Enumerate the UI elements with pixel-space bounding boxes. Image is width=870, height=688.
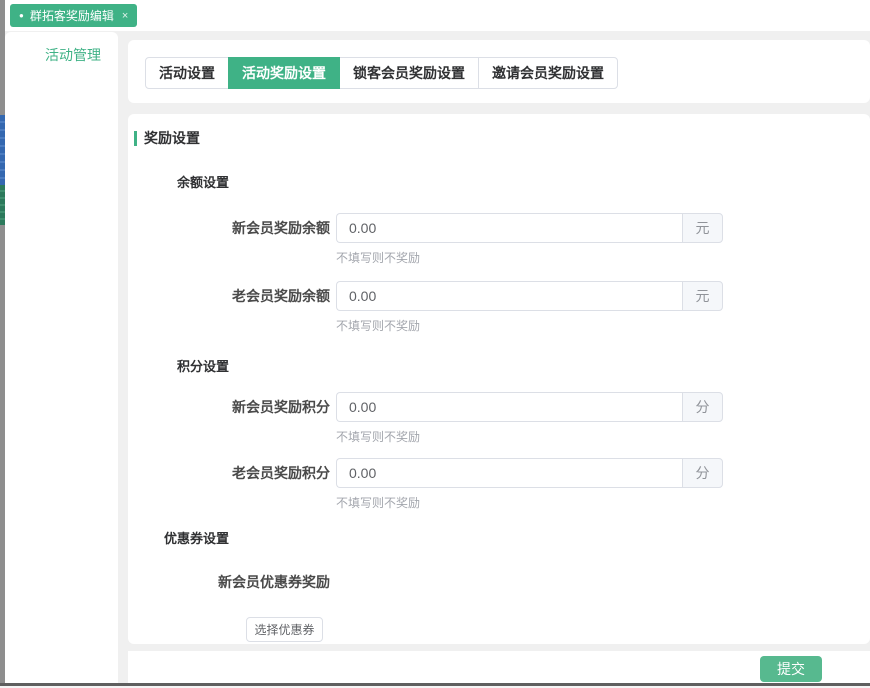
input-group-old-member-balance: 元 xyxy=(336,281,723,311)
sidebar: 活动管理 xyxy=(5,32,118,683)
new-member-balance-input[interactable] xyxy=(336,213,682,243)
label-new-member-coupon-reward: 新会员优惠券奖励 xyxy=(128,572,330,592)
old-member-points-input[interactable] xyxy=(336,458,682,488)
unit-addon-fen: 分 xyxy=(682,458,723,488)
tab-activity-reward-settings[interactable]: 活动奖励设置 xyxy=(228,57,340,89)
field-label-old-member-points: 老会员奖励积分 xyxy=(128,458,330,488)
field-label-new-member-points: 新会员奖励积分 xyxy=(128,392,330,422)
group-title-points: 积分设置 xyxy=(128,356,229,375)
tabs-card: 活动设置 活动奖励设置 锁客会员奖励设置 邀请会员奖励设置 xyxy=(128,40,870,103)
group-title-balance: 余额设置 xyxy=(128,172,229,191)
open-tabs-bar: ● 群拓客奖励编辑 × xyxy=(5,0,870,31)
tab-invite-member-reward-settings[interactable]: 邀请会员奖励设置 xyxy=(478,57,618,89)
page-tab-label: 群拓客奖励编辑 xyxy=(30,7,114,24)
unit-addon-fen: 分 xyxy=(682,392,723,422)
field-hint: 不填写则不奖励 xyxy=(336,249,420,266)
footer-bar: 提交 xyxy=(128,651,870,683)
input-group-new-member-points: 分 xyxy=(336,392,723,422)
section-accent-bar xyxy=(134,131,137,146)
tab-activity-settings[interactable]: 活动设置 xyxy=(145,57,229,89)
workspace: 活动管理 活动设置 活动奖励设置 锁客会员奖励设置 邀请会员奖励设置 奖励设置 … xyxy=(5,31,870,688)
settings-tab-group: 活动设置 活动奖励设置 锁客会员奖励设置 邀请会员奖励设置 xyxy=(145,57,618,89)
select-coupon-button[interactable]: 选择优惠券 xyxy=(246,617,323,642)
input-group-old-member-points: 分 xyxy=(336,458,723,488)
field-hint: 不填写则不奖励 xyxy=(336,494,420,511)
field-label-new-member-balance: 新会员奖励余额 xyxy=(128,213,330,243)
field-hint: 不填写则不奖励 xyxy=(336,428,420,445)
unit-addon-yuan: 元 xyxy=(682,281,723,311)
close-icon[interactable]: × xyxy=(122,10,128,22)
tab-lock-member-reward-settings[interactable]: 锁客会员奖励设置 xyxy=(339,57,479,89)
active-dot-icon: ● xyxy=(19,12,24,20)
field-hint: 不填写则不奖励 xyxy=(336,317,420,334)
sidebar-item-activity-management[interactable]: 活动管理 xyxy=(5,32,118,65)
submit-button[interactable]: 提交 xyxy=(760,656,822,682)
page-tab-reward-edit[interactable]: ● 群拓客奖励编辑 × xyxy=(10,4,137,27)
group-title-coupon: 优惠券设置 xyxy=(128,528,229,547)
field-label-old-member-balance: 老会员奖励余额 xyxy=(128,281,330,311)
input-group-new-member-balance: 元 xyxy=(336,213,723,243)
unit-addon-yuan: 元 xyxy=(682,213,723,243)
old-member-balance-input[interactable] xyxy=(336,281,682,311)
reward-form-card: 奖励设置 余额设置 新会员奖励余额 元 不填写则不奖励 老会员奖励余额 元 不填… xyxy=(128,114,870,644)
section-header: 奖励设置 xyxy=(134,128,200,148)
new-member-points-input[interactable] xyxy=(336,392,682,422)
section-title: 奖励设置 xyxy=(144,128,200,148)
